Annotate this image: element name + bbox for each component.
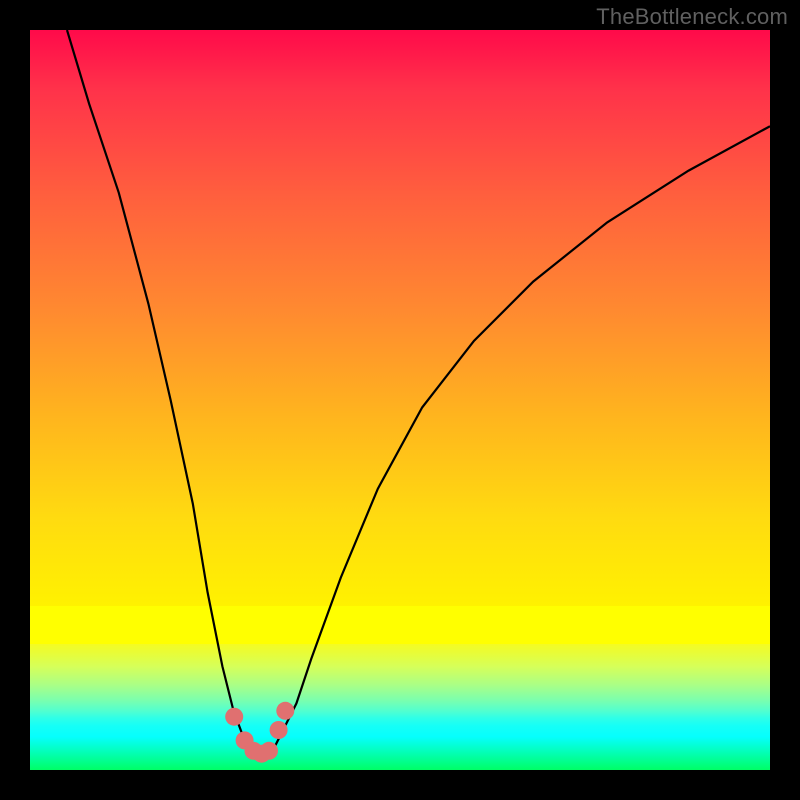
chart-frame: TheBottleneck.com <box>0 0 800 800</box>
watermark-text: TheBottleneck.com <box>596 4 788 30</box>
neutral-yellow-band <box>30 606 770 644</box>
plot-background-gradient <box>30 30 770 770</box>
